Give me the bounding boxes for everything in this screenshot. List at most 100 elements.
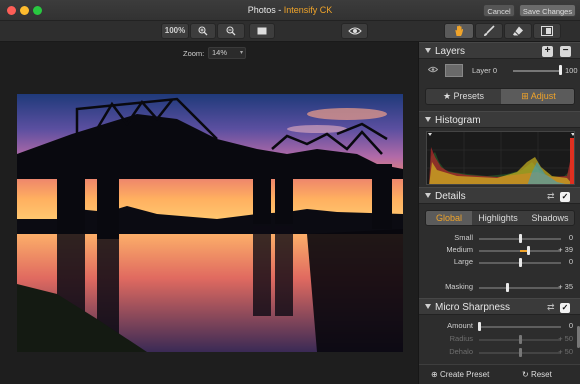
slider-knob[interactable]	[506, 283, 510, 292]
remove-layer-button[interactable]: −	[560, 46, 571, 57]
layers-title: Layers	[435, 46, 466, 57]
details-tabs: Global Highlights Shadows	[425, 210, 575, 226]
disclosure-triangle-icon	[425, 48, 431, 53]
create-preset-label: Create Preset	[439, 370, 490, 379]
micro-sharpness-title: Micro Sharpness	[435, 302, 511, 313]
brush-tool-icon	[484, 25, 495, 36]
slider-knob[interactable]	[518, 348, 522, 357]
create-preset-icon: ⊕	[431, 370, 438, 379]
hand-tool-button[interactable]	[444, 23, 474, 39]
layer-name: Layer 0	[472, 66, 498, 75]
presets-tab[interactable]: ★ Presets	[426, 89, 501, 104]
tab-shadows[interactable]: Shadows	[524, 211, 574, 225]
histogram-header[interactable]: Histogram	[419, 111, 580, 128]
slider-amount: Amount 0	[419, 321, 580, 333]
slider-value: + 50	[558, 347, 573, 356]
toolbar: 100%	[0, 21, 580, 42]
layers-header[interactable]: Layers + −	[419, 42, 580, 59]
slider-value: 0	[568, 321, 573, 330]
slider-value: + 35	[558, 282, 573, 291]
highlight-clip-icon[interactable]	[571, 133, 575, 136]
slider-knob[interactable]	[477, 322, 481, 331]
layer-opacity-value: 100	[565, 66, 578, 75]
adjust-tab[interactable]: ⊞ Adjust	[501, 89, 574, 104]
visibility-eye-icon[interactable]	[428, 66, 438, 73]
create-preset-button[interactable]: ⊕ Create Preset	[431, 368, 489, 382]
reset-section-icon[interactable]: ⇄	[547, 191, 555, 202]
adjustments-panel: Layers + − Layer 0 100 ★ Presets ⊞ Adjus…	[418, 42, 580, 384]
slider-label: Masking	[445, 282, 473, 291]
cancel-button[interactable]: Cancel	[483, 4, 515, 17]
slider-label: Amount	[447, 321, 473, 330]
add-layer-button[interactable]: +	[542, 46, 553, 57]
sliders-icon: ⊞	[521, 91, 529, 101]
slider-knob[interactable]	[518, 258, 522, 267]
slider-small: Small 0	[419, 233, 580, 245]
slider-knob[interactable]	[518, 335, 522, 344]
chevron-down-icon: ▾	[239, 50, 243, 56]
slider-medium: Medium + 39	[419, 245, 580, 257]
shadow-clip-icon[interactable]	[428, 133, 432, 136]
layer-row[interactable]: Layer 0 100	[425, 63, 578, 79]
zoom-in-button[interactable]	[190, 23, 216, 39]
layer-thumbnail	[445, 64, 463, 77]
micro-sharpness-header[interactable]: Micro Sharpness ⇄ ✓	[419, 298, 580, 315]
title-app-name: Intensify CK	[283, 5, 333, 15]
zoom-dropdown[interactable]: 14% ▾	[208, 47, 246, 59]
histogram-title: Histogram	[435, 115, 481, 126]
star-icon: ★	[442, 91, 452, 101]
disclosure-triangle-icon	[425, 193, 431, 198]
slider-value: + 39	[558, 245, 573, 254]
micro-sharpness-enable-checkbox[interactable]: ✓	[560, 303, 570, 313]
mode-switch: ★ Presets ⊞ Adjust	[425, 88, 575, 105]
disclosure-triangle-icon	[425, 304, 431, 309]
brush-tool-button[interactable]	[475, 23, 503, 39]
zoom-out-icon	[226, 26, 236, 36]
slider-label: Small	[454, 233, 473, 242]
eraser-tool-icon	[513, 26, 523, 36]
slider-label: Radius	[449, 334, 473, 343]
histogram-display	[426, 131, 575, 185]
reset-section-icon[interactable]: ⇄	[547, 302, 555, 313]
details-title: Details	[435, 191, 466, 202]
tab-highlights[interactable]: Highlights	[472, 211, 524, 225]
preview-toggle-button[interactable]	[341, 23, 368, 39]
zoom-level-field[interactable]: 100%	[161, 23, 189, 39]
title-bar: Photos - Intensify CK Cancel Save Change…	[0, 0, 580, 21]
slider-masking: Masking + 35	[419, 282, 580, 294]
details-enable-checkbox[interactable]: ✓	[560, 192, 570, 202]
photo-preview[interactable]	[17, 94, 403, 352]
fit-to-screen-icon	[257, 27, 267, 35]
slider-track[interactable]	[479, 287, 561, 289]
layer-opacity-knob[interactable]	[559, 65, 562, 75]
canvas-area: Zoom: 14% ▾	[0, 42, 418, 384]
fit-to-screen-button[interactable]	[249, 23, 275, 39]
reset-button[interactable]: ↻ Reset	[522, 368, 552, 382]
eraser-tool-button[interactable]	[504, 23, 532, 39]
mask-icon	[541, 26, 553, 36]
slider-value: 0	[568, 233, 573, 242]
slider-track[interactable]	[479, 326, 561, 328]
save-changes-button[interactable]: Save Changes	[519, 4, 576, 17]
zoom-dropdown-value: 14%	[212, 48, 228, 57]
disclosure-triangle-icon	[425, 117, 431, 122]
layer-opacity-slider[interactable]	[513, 70, 561, 72]
details-header[interactable]: Details ⇄ ✓	[419, 187, 580, 204]
hand-tool-icon	[455, 25, 464, 36]
slider-knob[interactable]	[526, 246, 530, 255]
slider-label: Large	[453, 257, 473, 266]
zoom-out-button[interactable]	[217, 23, 245, 39]
adjust-label: Adjust	[530, 91, 556, 101]
slider-label: Dehalo	[449, 347, 473, 356]
panel-footer: ⊕ Create Preset ↻ Reset	[419, 364, 580, 384]
mask-button[interactable]	[533, 23, 561, 39]
slider-value: 0	[568, 257, 573, 266]
title-prefix: Photos -	[247, 5, 284, 15]
preview-eye-icon	[347, 27, 362, 35]
slider-label: Medium	[446, 245, 473, 254]
presets-label: Presets	[453, 91, 485, 101]
reset-icon: ↻	[522, 370, 529, 379]
tab-global[interactable]: Global	[426, 211, 472, 225]
slider-dehalo: Dehalo + 50	[419, 347, 580, 359]
slider-knob[interactable]	[518, 234, 522, 243]
